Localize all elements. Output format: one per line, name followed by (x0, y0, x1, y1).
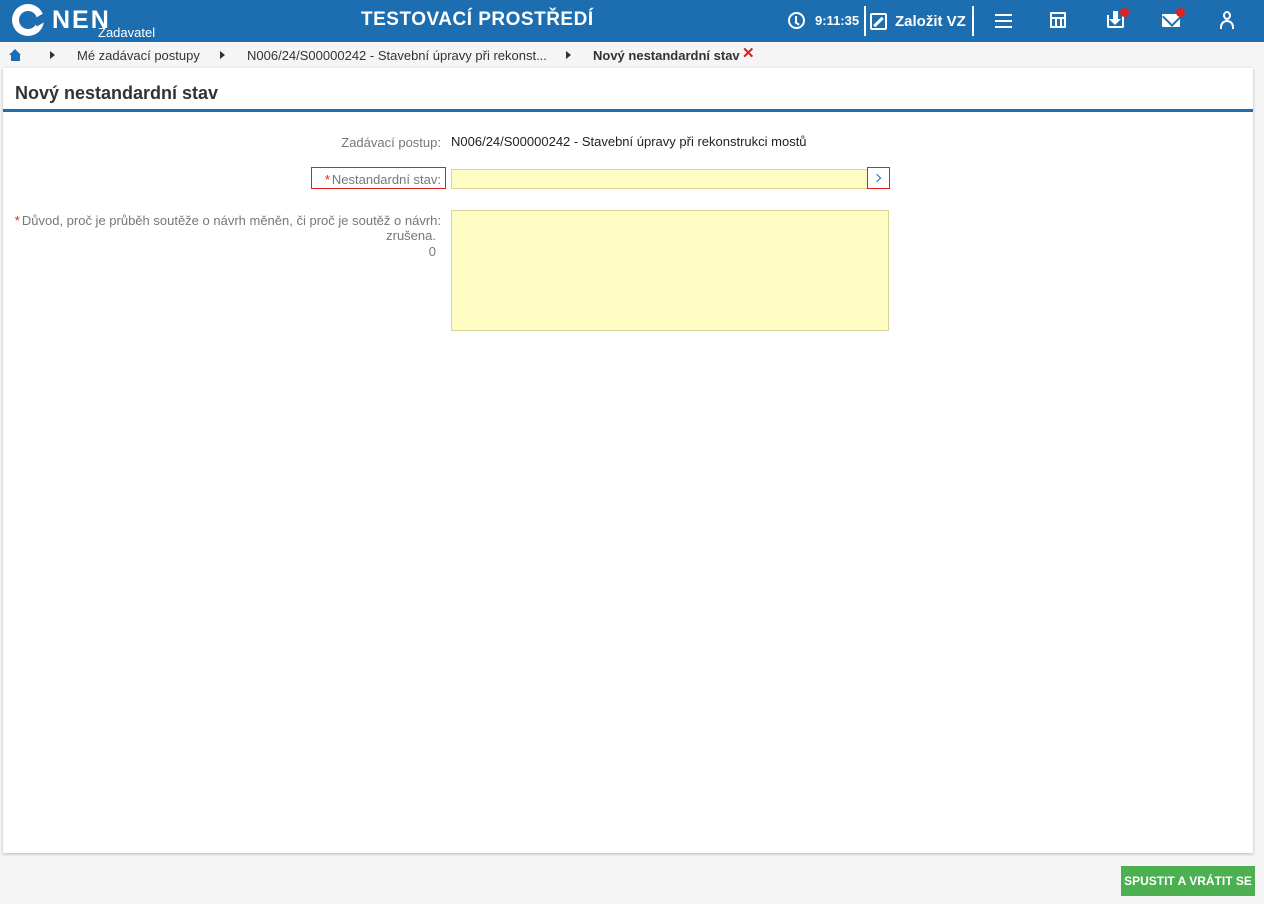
user-icon[interactable] (1212, 8, 1242, 34)
reason-char-count: 0 (428, 244, 436, 259)
procedure-label: Zadávací postup: (341, 135, 441, 150)
clock-icon (788, 12, 805, 29)
notification-dot (1120, 8, 1129, 17)
procedure-value: N006/24/S00000242 - Stavební úpravy při … (451, 134, 807, 149)
breadcrumb-item-my-procedures[interactable]: Mé zadávací postupy (77, 48, 200, 63)
nen-logo[interactable]: NEN (12, 4, 111, 38)
reason-label-line2: zrušena. (386, 228, 436, 243)
breadcrumb-separator-icon (220, 51, 225, 59)
required-marker: * (324, 172, 330, 187)
top-bar: NEN Zadavatel TESTOVACÍ PROSTŘEDÍ 9:11:3… (0, 0, 1264, 42)
home-icon[interactable] (9, 49, 22, 61)
form-panel: Nový nestandardní stav Zadávací postup: … (3, 68, 1253, 853)
logo-subtitle: Zadavatel (98, 25, 156, 40)
breadcrumb-separator-icon (566, 51, 571, 59)
state-label: * Nestandardní stav: (203, 172, 441, 187)
required-marker: * (14, 213, 20, 228)
breadcrumb-item-procedure[interactable]: N006/24/S00000242 - Stavební úpravy při … (247, 48, 547, 63)
title-divider (3, 109, 1253, 112)
state-label-text: Nestandardní stav: (331, 172, 441, 187)
environment-title: TESTOVACÍ PROSTŘEDÍ (361, 9, 594, 30)
reason-label: * Důvod, proč je průběh soutěže o návrh m… (13, 213, 441, 228)
notification-dot (1176, 8, 1185, 17)
page-title: Nový nestandardní stav (15, 83, 219, 103)
toolbar-divider (972, 6, 974, 36)
logo-icon (12, 4, 44, 36)
breadcrumb-separator-icon (50, 51, 55, 59)
reason-textarea[interactable] (451, 210, 889, 331)
mail-icon[interactable] (1156, 8, 1186, 34)
breadcrumb: Mé zadávací postupy N006/24/S00000242 - … (0, 42, 1264, 68)
breadcrumb-item-current: Nový nestandardní stav (593, 48, 740, 63)
edit-icon (870, 12, 887, 30)
close-tab-icon[interactable]: ✕ (742, 46, 755, 61)
toolbar-divider (864, 6, 866, 36)
create-vz-button[interactable]: Založit VZ (870, 8, 966, 34)
menu-icon[interactable] (988, 8, 1018, 34)
session-time: 9:11:35 (815, 13, 860, 28)
submit-and-return-button[interactable]: SPUSTIT A VRÁTIT SE (1121, 866, 1255, 896)
calculator-icon[interactable] (1043, 8, 1073, 34)
create-vz-label: Založit VZ (895, 12, 966, 30)
reason-label-line1: Důvod, proč je průběh soutěže o návrh mě… (21, 213, 441, 228)
state-input[interactable] (451, 169, 868, 189)
state-lookup-button[interactable] (867, 167, 890, 189)
inbox-icon[interactable] (1100, 8, 1130, 34)
